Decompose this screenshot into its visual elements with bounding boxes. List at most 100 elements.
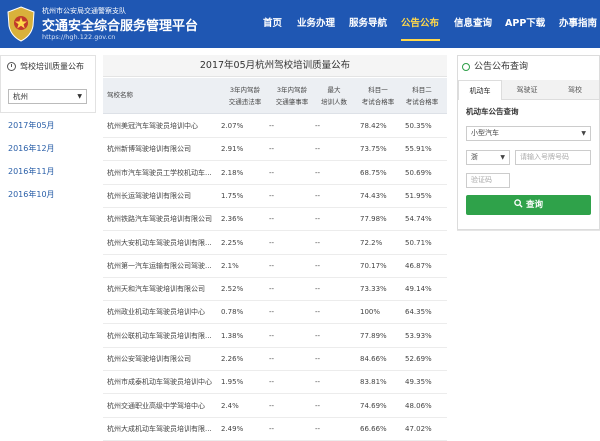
tab-vehicle[interactable]: 机动车 bbox=[458, 80, 502, 100]
table-row: 杭州新博驾驶培训有限公司 2.91% -- -- 73.75% 55.91% bbox=[103, 138, 447, 162]
cell-subject1-pass-rate: 70.17% bbox=[360, 261, 387, 270]
cell-school-name: 杭州大安机动车驾驶员培训有限... bbox=[107, 238, 212, 247]
cell-subject2-pass-rate: 46.87% bbox=[405, 261, 432, 270]
cell-subject2-pass-rate: 50.35% bbox=[405, 122, 432, 130]
cell-violation-rate: 2.25% bbox=[221, 238, 244, 247]
cell-max-trainees: -- bbox=[315, 145, 321, 154]
cell-violation-rate: 2.91% bbox=[221, 145, 244, 154]
tab-driving-school[interactable]: 驾校 bbox=[552, 80, 598, 100]
cell-subject2-pass-rate: 64.35% bbox=[405, 308, 432, 317]
cell-accident-rate: -- bbox=[269, 122, 275, 130]
cell-max-trainees: -- bbox=[315, 424, 321, 433]
cell-subject1-pass-rate: 68.75% bbox=[360, 168, 387, 177]
cell-violation-rate: 1.95% bbox=[221, 378, 244, 387]
cell-subject2-pass-rate: 52.69% bbox=[405, 355, 432, 363]
plate-number-input[interactable]: 请输入号牌号码 bbox=[515, 150, 591, 165]
sidebar-title: 驾校培训质量公布 bbox=[20, 62, 84, 71]
table-header: 驾校名称 3年内驾龄 交通违法率 3年内驾龄 交通肇事率 最大 培训人数 科目一… bbox=[103, 78, 447, 114]
sidebar-month-item[interactable]: 2017年05月 bbox=[8, 120, 88, 131]
cell-subject2-pass-rate: 49.14% bbox=[405, 285, 432, 294]
cell-school-name: 杭州市成泰机动车驾驶员培训中心 bbox=[107, 378, 212, 387]
chevron-down-icon: ▼ bbox=[500, 154, 505, 161]
cell-subject1-pass-rate: 73.33% bbox=[360, 285, 387, 294]
cell-school-name: 杭州大成机动车驾驶员培训有限... bbox=[107, 424, 212, 433]
cell-subject2-pass-rate: 48.06% bbox=[405, 401, 432, 410]
cell-violation-rate: 2.1% bbox=[221, 261, 239, 270]
table-row: 杭州天和汽车驾驶培训有限公司 2.52% -- -- 73.33% 49.14% bbox=[103, 278, 447, 302]
cell-subject2-pass-rate: 55.91% bbox=[405, 145, 432, 154]
table-row: 杭州市汽车驾驶员工学校机动车... 2.18% -- -- 68.75% 50.69% bbox=[103, 162, 447, 185]
cell-subject1-pass-rate: 74.69% bbox=[360, 401, 387, 410]
cell-max-trainees: -- bbox=[315, 191, 321, 200]
query-button-label: 查询 bbox=[525, 200, 543, 210]
cell-school-name: 杭州新博驾驶培训有限公司 bbox=[107, 145, 191, 154]
cell-school-name: 杭州美冠汽车驾驶员培训中心 bbox=[107, 122, 198, 130]
table-row: 杭州大成机动车驾驶员培训有限... 2.49% -- -- 66.66% 47.02% bbox=[103, 418, 447, 441]
cell-max-trainees: -- bbox=[315, 285, 321, 294]
cell-school-name: 杭州交通职业高级中学驾培中心 bbox=[107, 401, 205, 410]
province-select[interactable]: 浙 ▼ bbox=[466, 150, 510, 165]
query-button[interactable]: 查询 bbox=[466, 195, 591, 215]
cell-subject2-pass-rate: 50.71% bbox=[405, 238, 432, 247]
cell-subject2-pass-rate: 51.95% bbox=[405, 191, 432, 200]
police-emblem-icon bbox=[7, 6, 35, 42]
cell-school-name: 杭州政业机动车驾驶员培训中心 bbox=[107, 308, 205, 317]
sidebar-month-item[interactable]: 2016年11月 bbox=[8, 166, 88, 177]
cell-school-name: 杭州市汽车驾驶员工学校机动车... bbox=[107, 168, 212, 177]
sidebar-month-item[interactable]: 2016年12月 bbox=[8, 143, 88, 154]
chevron-down-icon: ▼ bbox=[581, 130, 586, 137]
table-row: 杭州大安机动车驾驶员培训有限... 2.25% -- -- 72.2% 50.71% bbox=[103, 232, 447, 255]
cell-violation-rate: 2.07% bbox=[221, 122, 244, 130]
nav-active-indicator bbox=[401, 39, 440, 41]
cell-accident-rate: -- bbox=[269, 215, 275, 224]
cell-max-trainees: -- bbox=[315, 261, 321, 270]
cell-subject1-pass-rate: 72.2% bbox=[360, 238, 383, 247]
header-subject2-line2: 考试合格率 bbox=[405, 98, 439, 106]
cell-subject1-pass-rate: 73.75% bbox=[360, 145, 387, 154]
cell-violation-rate: 0.78% bbox=[221, 308, 244, 317]
cell-subject1-pass-rate: 84.66% bbox=[360, 355, 387, 363]
cell-accident-rate: -- bbox=[269, 191, 275, 200]
header-subject2-line1: 科目二 bbox=[412, 86, 432, 94]
cell-violation-rate: 2.4% bbox=[221, 401, 239, 410]
nav-guide[interactable]: 办事指南 bbox=[559, 0, 597, 48]
cell-accident-rate: -- bbox=[269, 424, 275, 433]
cell-accident-rate: -- bbox=[269, 238, 275, 247]
cell-school-name: 杭州铁路汽车驾驶员培训有限公司 bbox=[107, 215, 212, 224]
vehicle-type-select[interactable]: 小型汽车 ▼ bbox=[466, 126, 591, 141]
vehicle-query-label: 机动车公告查询 bbox=[466, 107, 519, 116]
nav-home[interactable]: 首页 bbox=[263, 0, 282, 48]
cell-subject2-pass-rate: 53.93% bbox=[405, 331, 432, 340]
cell-violation-rate: 1.75% bbox=[221, 191, 244, 200]
cell-max-trainees: -- bbox=[315, 378, 321, 387]
cell-violation-rate: 2.52% bbox=[221, 285, 244, 294]
city-select[interactable]: 杭州 ▼ bbox=[8, 89, 87, 104]
nav-business[interactable]: 业务办理 bbox=[297, 0, 335, 48]
table-row: 杭州政业机动车驾驶员培训中心 0.78% -- -- 100% 64.35% bbox=[103, 301, 447, 325]
nav-service-guide[interactable]: 服务导航 bbox=[349, 0, 387, 48]
captcha-input[interactable]: 验证码 bbox=[466, 173, 510, 188]
clock-icon bbox=[7, 62, 16, 71]
cell-accident-rate: -- bbox=[269, 168, 275, 177]
cell-max-trainees: -- bbox=[315, 401, 321, 410]
nav-info-query[interactable]: 信息查询 bbox=[454, 0, 492, 48]
cell-max-trainees: -- bbox=[315, 215, 321, 224]
cell-max-trainees: -- bbox=[315, 355, 321, 363]
site-title[interactable]: 交通安全综合服务管理平台 bbox=[42, 15, 198, 34]
province-value: 浙 bbox=[471, 153, 478, 161]
table-row: 杭州美冠汽车驾驶员培训中心 2.07% -- -- 78.42% 50.35% bbox=[103, 115, 447, 138]
cell-subject2-pass-rate: 50.69% bbox=[405, 168, 432, 177]
cell-subject2-pass-rate: 49.35% bbox=[405, 378, 432, 387]
nav-app-download[interactable]: APP下载 bbox=[505, 0, 545, 48]
sidebar-month-item[interactable]: 2016年10月 bbox=[8, 189, 88, 200]
cell-subject1-pass-rate: 83.81% bbox=[360, 378, 387, 387]
cell-accident-rate: -- bbox=[269, 331, 275, 340]
cell-school-name: 杭州公安驾驶培训有限公司 bbox=[107, 355, 191, 363]
cell-max-trainees: -- bbox=[315, 122, 321, 130]
cell-school-name: 杭州公联机动车驾驶员培训有限... bbox=[107, 331, 212, 340]
header-violation-line1: 3年内驾龄 bbox=[229, 86, 261, 94]
tab-license[interactable]: 驾驶证 bbox=[504, 80, 550, 100]
table-row: 杭州长运驾驶培训有限公司 1.75% -- -- 74.43% 51.95% bbox=[103, 185, 447, 208]
cell-subject2-pass-rate: 47.02% bbox=[405, 424, 432, 433]
header-school-name: 驾校名称 bbox=[107, 91, 133, 99]
